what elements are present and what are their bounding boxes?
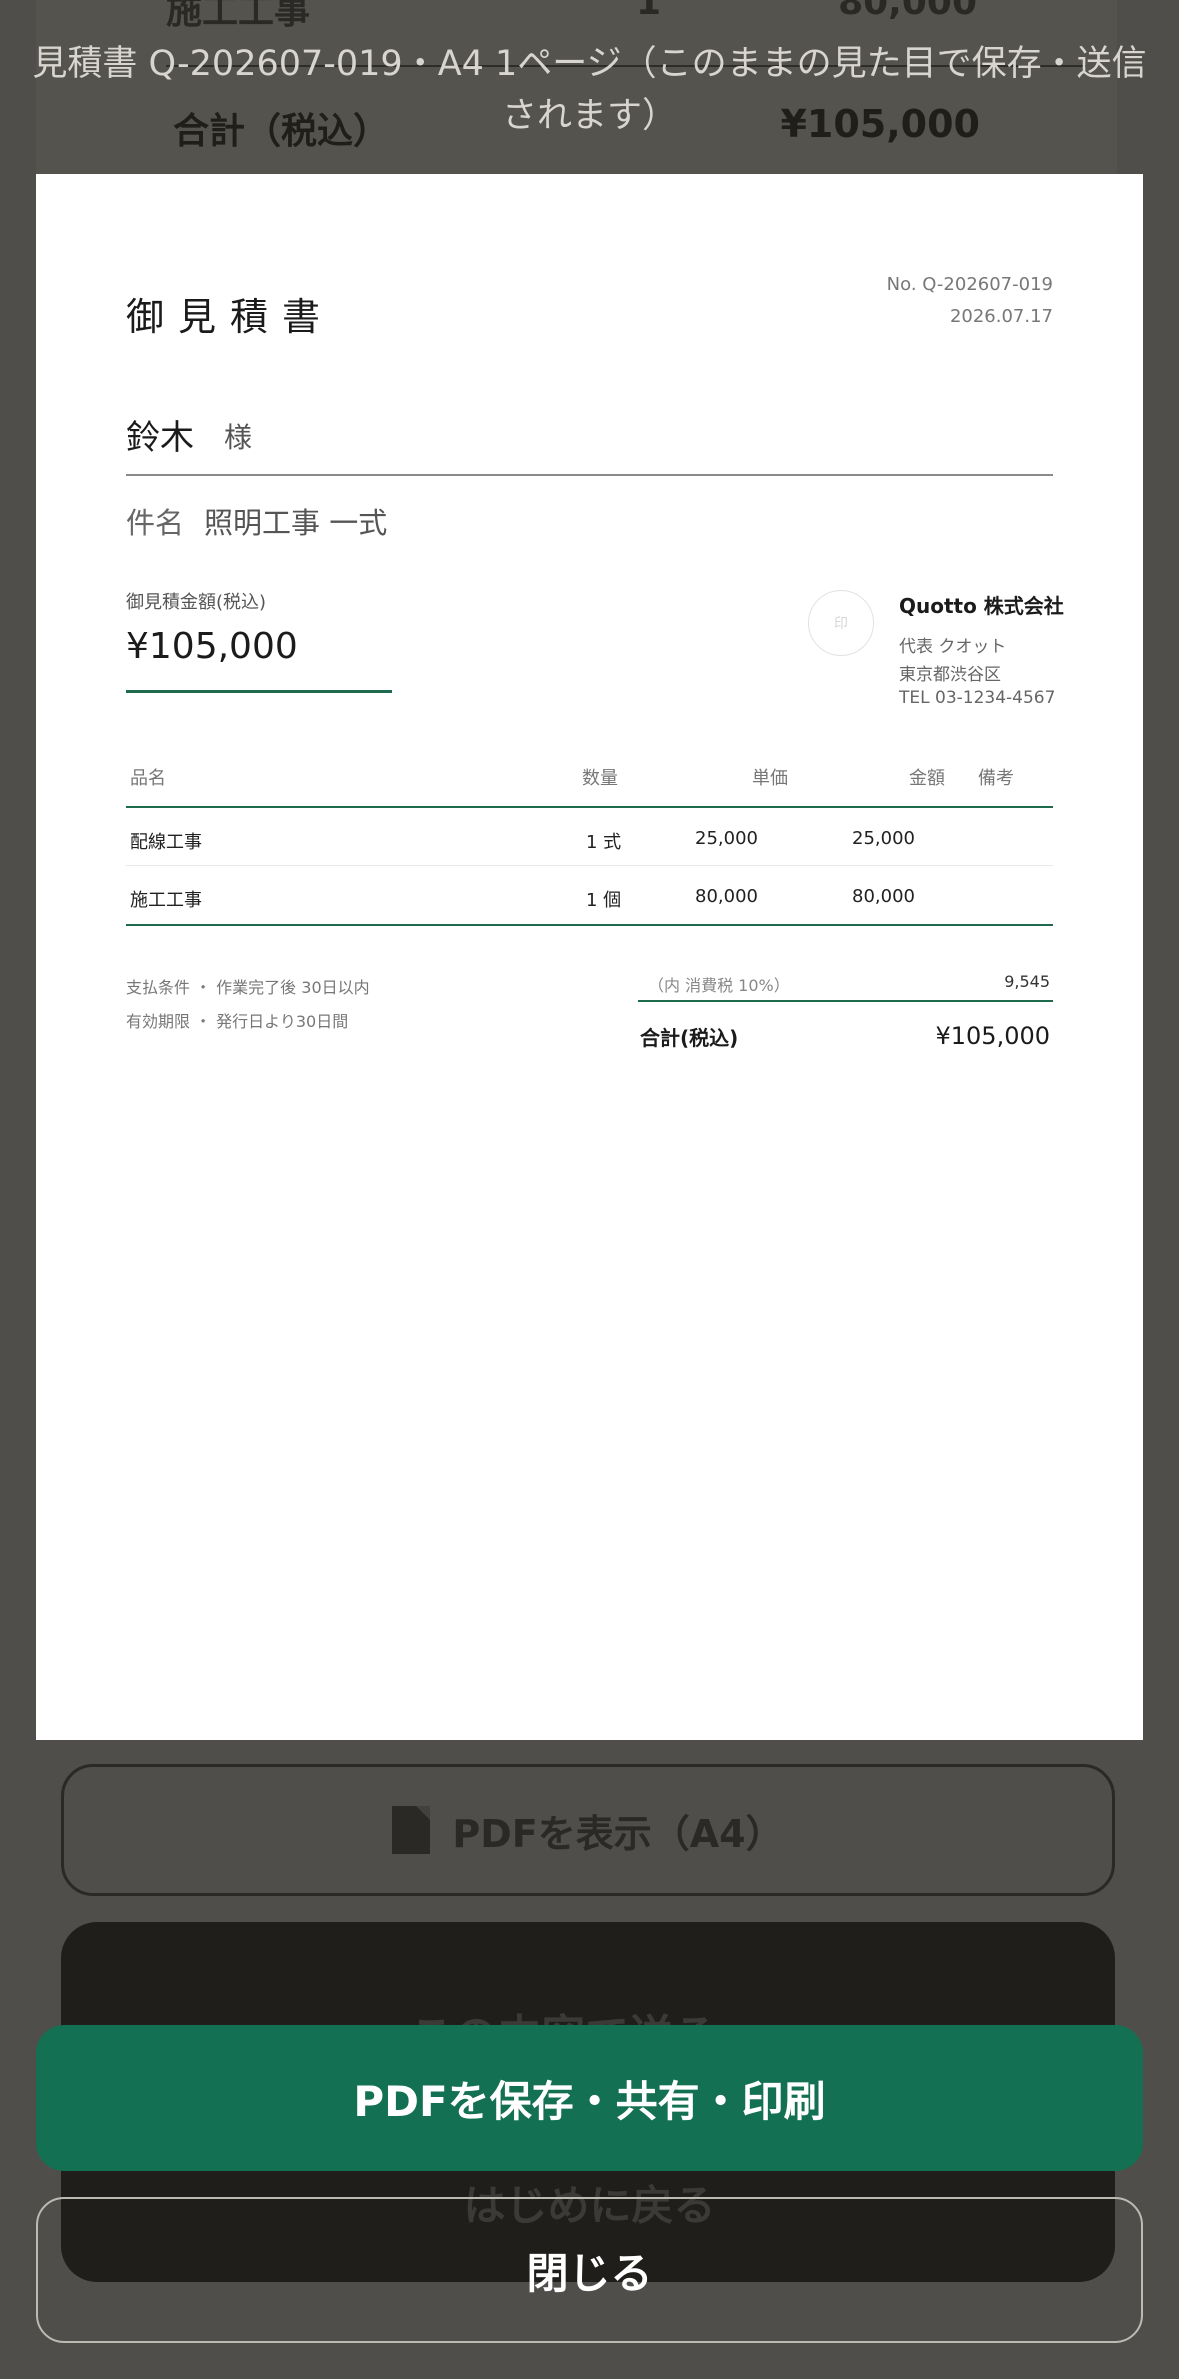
subject-label: 件名 <box>126 506 185 540</box>
row-qty: 1 式 <box>586 832 622 853</box>
amount-underline <box>126 690 392 693</box>
total-value: ¥105,000 <box>935 1022 1050 1050</box>
quote-date: 2026.07.17 <box>949 306 1053 327</box>
subject-value: 照明工事 一式 <box>204 506 388 540</box>
background-row-amount: 80,000 <box>838 0 977 23</box>
row-qty: 1 個 <box>586 890 622 911</box>
save-share-print-button[interactable]: PDFを保存・共有・印刷 <box>36 2025 1143 2171</box>
tax-value: 9,545 <box>1004 972 1050 991</box>
document-title: 御見積書 <box>126 295 335 339</box>
total-label: 合計(税込) <box>640 1026 739 1050</box>
header-item: 品名 <box>130 768 166 789</box>
close-button[interactable]: 閉じる <box>36 2197 1143 2343</box>
quote-amount-label: 御見積金額(税込) <box>126 592 267 613</box>
tax-divider <box>638 1000 1053 1002</box>
header-qty: 数量 <box>582 768 618 789</box>
background-row-item: 施工工事 <box>166 0 311 32</box>
row-item: 配線工事 <box>130 832 202 853</box>
background-pdf-button: PDFを表示（A4） <box>61 1764 1115 1896</box>
payment-terms: 支払条件 ・ 作業完了後 30日以内 <box>126 978 370 997</box>
validity-period: 有効期限 ・ 発行日より30日間 <box>126 1012 349 1031</box>
client-underline <box>126 474 1053 476</box>
table-row: 配線工事 1 式 25,000 25,000 <box>126 808 1053 866</box>
header-unit-price: 単価 <box>752 768 788 789</box>
header-note: 備考 <box>978 768 1014 789</box>
row-unit-price: 25,000 <box>695 828 758 849</box>
company-name: Quotto 株式会社 <box>899 594 1064 618</box>
table-bottom-divider <box>126 924 1053 926</box>
row-amount: 80,000 <box>852 886 915 907</box>
background-row-qty: 1 <box>636 0 662 23</box>
company-address: 東京都渋谷区 <box>899 665 1001 685</box>
row-amount: 25,000 <box>852 828 915 849</box>
quote-amount-value: ¥105,000 <box>126 626 298 667</box>
header-amount: 金額 <box>909 768 945 789</box>
tax-label: （内 消費税 10%） <box>648 976 790 995</box>
client-name: 鈴木 <box>126 418 194 458</box>
company-seal: 印 <box>808 590 874 656</box>
row-unit-price: 80,000 <box>695 886 758 907</box>
client-honorific: 様 <box>224 421 253 454</box>
quote-number: No. Q-202607-019 <box>886 274 1053 295</box>
row-item: 施工工事 <box>130 890 202 911</box>
company-representative: 代表 クオット <box>899 637 1007 657</box>
table-row: 施工工事 1 個 80,000 80,000 <box>126 866 1053 924</box>
company-tel: TEL 03-1234-4567 <box>899 688 1056 708</box>
preview-caption: 見積書 Q-202607-019・A4 1ページ（このままの見た目で保存・送信さ… <box>32 44 1147 136</box>
background-pdf-button-label: PDFを表示（A4） <box>452 1811 784 1856</box>
seal-text: 印 <box>834 616 848 632</box>
quote-document-preview: 御見積書 No. Q-202607-019 2026.07.17 鈴木 様 件名… <box>36 174 1143 1740</box>
document-icon <box>392 1806 431 1854</box>
